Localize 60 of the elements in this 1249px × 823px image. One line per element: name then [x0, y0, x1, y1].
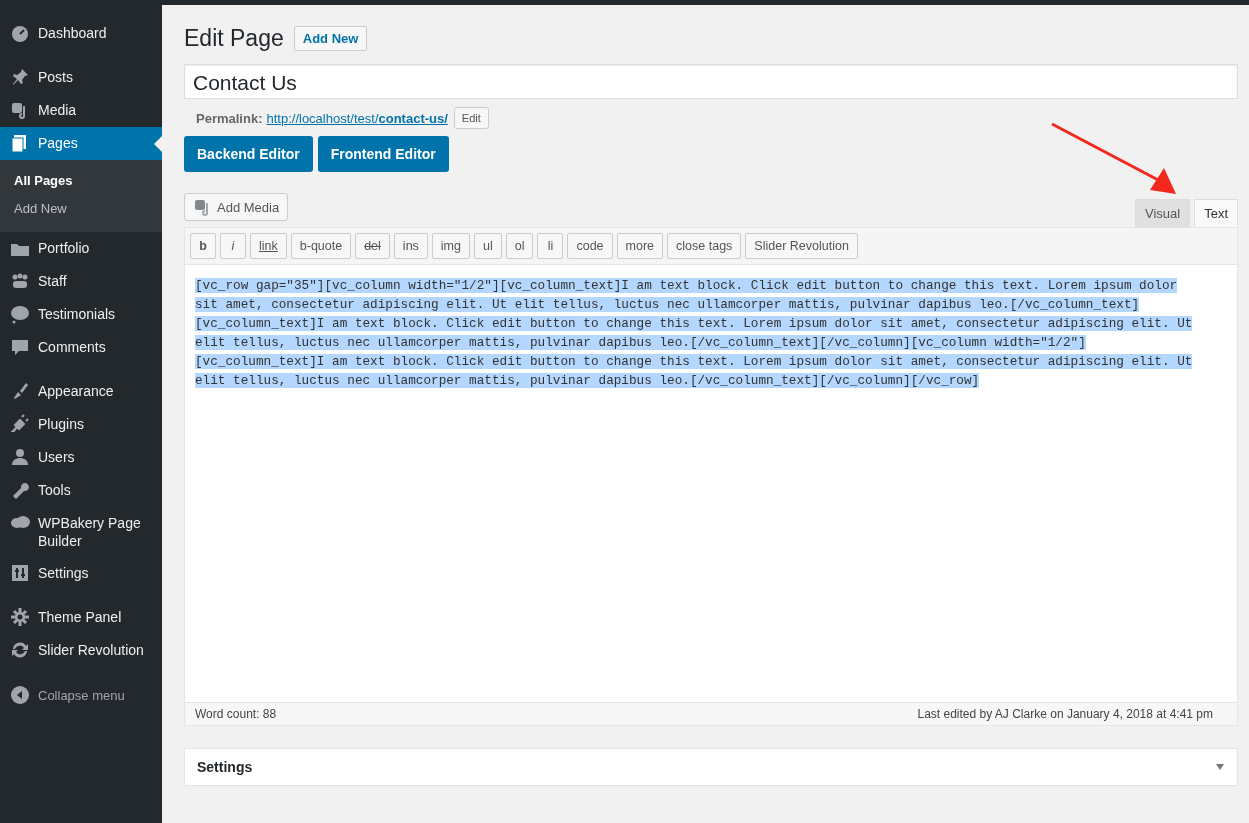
menu-icon	[10, 607, 30, 627]
menu-icon	[10, 640, 30, 660]
add-new-button[interactable]: Add New	[293, 26, 368, 51]
title-field[interactable]: Contact Us	[184, 64, 1238, 99]
quicktag-button[interactable]: i	[220, 233, 246, 259]
sidebar-menu-item[interactable]: Theme Panel	[0, 601, 162, 634]
sidebar-menu-item[interactable]: Plugins	[0, 408, 162, 441]
menu-icon	[10, 67, 30, 87]
quicktag-button[interactable]: ul	[474, 233, 502, 259]
editor-mode-button[interactable]: Backend Editor	[184, 136, 313, 172]
settings-title: Settings	[197, 759, 253, 775]
collapse-menu-button[interactable]: Collapse menu	[0, 678, 162, 712]
menu-icon	[10, 23, 30, 43]
editor-tab[interactable]: Text	[1194, 199, 1238, 227]
editor-mode-button[interactable]: Frontend Editor	[317, 136, 449, 172]
menu-icon	[10, 563, 30, 583]
page-heading: Edit Page	[184, 25, 284, 52]
quicktag-button[interactable]: more	[616, 233, 664, 259]
sidebar-menu-item[interactable]: Settings	[0, 557, 162, 590]
collapse-icon	[10, 685, 30, 705]
sidebar-menu-item[interactable]: Tools	[0, 474, 162, 507]
editor-tab[interactable]: Visual	[1134, 199, 1191, 227]
expand-caret-icon	[1215, 763, 1225, 771]
sidebar-menu-item[interactable]: Comments	[0, 331, 162, 364]
quicktag-button[interactable]: link	[250, 233, 287, 259]
sidebar-menu-item[interactable]: Dashboard	[0, 17, 162, 50]
sidebar-menu-item[interactable]: Portfolio	[0, 232, 162, 265]
menu-icon	[10, 337, 30, 357]
sidebar-menu-item[interactable]: Appearance	[0, 375, 162, 408]
menu-icon	[10, 414, 30, 434]
quicktag-button[interactable]: img	[431, 233, 470, 259]
sidebar-menu-item[interactable]: Testimonials	[0, 298, 162, 331]
quicktag-button[interactable]: ol	[505, 233, 534, 259]
permalink-label: Permalink:	[196, 110, 263, 126]
quicktag-button[interactable]: Slider Revolution	[745, 233, 858, 259]
sidebar-menu-item[interactable]: WPBakery Page Builder	[0, 507, 162, 557]
quicktag-button[interactable]: li	[537, 233, 564, 259]
quicktag-button[interactable]: b	[190, 233, 216, 259]
sidebar-menu-item[interactable]: Slider Revolution	[0, 634, 162, 667]
submenu-item[interactable]: All Pages	[0, 167, 162, 195]
quicktag-button[interactable]: del	[355, 233, 390, 259]
sidebar-menu-item[interactable]: Media	[0, 94, 162, 127]
quicktag-button[interactable]: code	[567, 233, 613, 259]
menu-icon	[10, 271, 30, 291]
quicktag-button[interactable]: ins	[393, 233, 428, 259]
edit-permalink-button[interactable]: Edit	[453, 107, 489, 129]
submenu-item[interactable]: Add New	[0, 195, 162, 223]
sidebar-menu-item[interactable]: Posts	[0, 61, 162, 94]
menu-icon	[10, 447, 30, 467]
quicktag-button[interactable]: close tags	[667, 233, 742, 259]
last-edited-text: Last edited by AJ Clarke on January 4, 2018 at 4:41 pm	[917, 707, 1213, 721]
permalink-link[interactable]: http://localhost/test/contact-us/	[266, 110, 448, 126]
menu-icon	[10, 304, 30, 324]
quicktag-button[interactable]: b-quote	[290, 233, 352, 259]
sidebar-menu-item[interactable]: Users	[0, 441, 162, 474]
sidebar-menu-item[interactable]: Pages	[0, 127, 162, 160]
word-count: Word count: 88	[195, 707, 277, 721]
settings-box[interactable]: Settings	[184, 748, 1238, 786]
add-media-button[interactable]: Add Media	[184, 193, 289, 221]
sidebar-menu-item[interactable]: Staff	[0, 265, 162, 298]
